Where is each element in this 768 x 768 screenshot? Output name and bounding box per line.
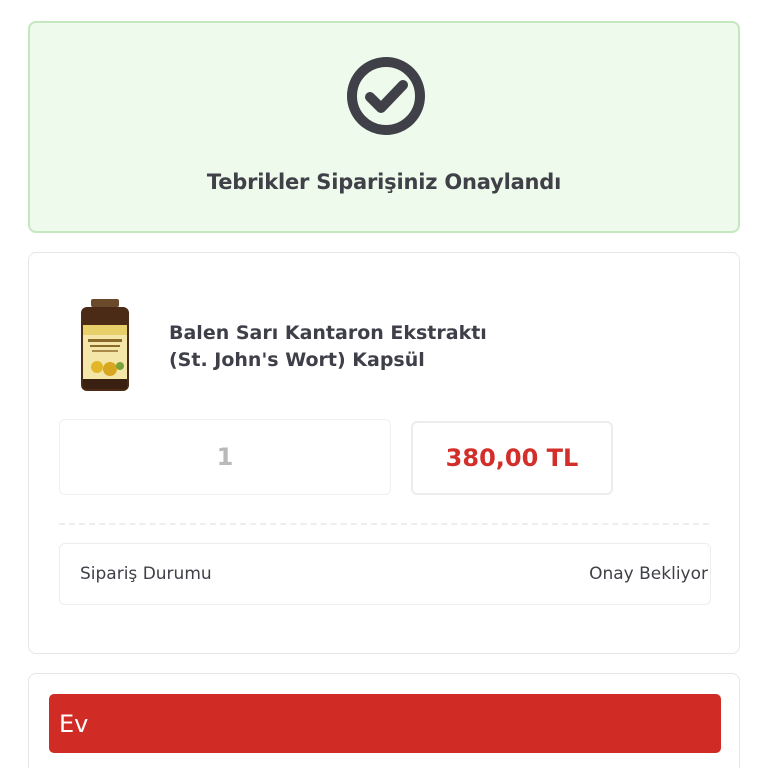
status-value: Onay Bekliyor [589, 564, 708, 584]
check-circle-icon [347, 57, 425, 135]
price-box: 380,00 TL [411, 421, 613, 495]
product-name-line1: Balen Sarı Kantaron Ekstraktı [169, 322, 487, 344]
product-name-line2: (St. John's Wort) Kapsül [169, 349, 425, 371]
product-image [81, 299, 129, 391]
success-title: Tebrikler Siparişiniz Onaylandı [206, 170, 562, 194]
quantity-field: 1 [59, 419, 391, 495]
success-banner: Tebrikler Siparişiniz Onaylandı [28, 21, 740, 233]
order-status-row: Sipariş Durumu Onay Bekliyor [59, 543, 711, 605]
address-card: Ev [28, 673, 740, 768]
product-name[interactable]: Balen Sarı Kantaron Ekstraktı (St. John'… [169, 320, 589, 374]
order-card: Balen Sarı Kantaron Ekstraktı (St. John'… [28, 252, 740, 654]
order-confirmation-page: Tebrikler Siparişiniz Onaylandı Balen Sa… [0, 0, 768, 768]
status-label: Sipariş Durumu [80, 564, 212, 584]
divider [59, 523, 709, 525]
address-tab-ev[interactable]: Ev [49, 694, 721, 753]
